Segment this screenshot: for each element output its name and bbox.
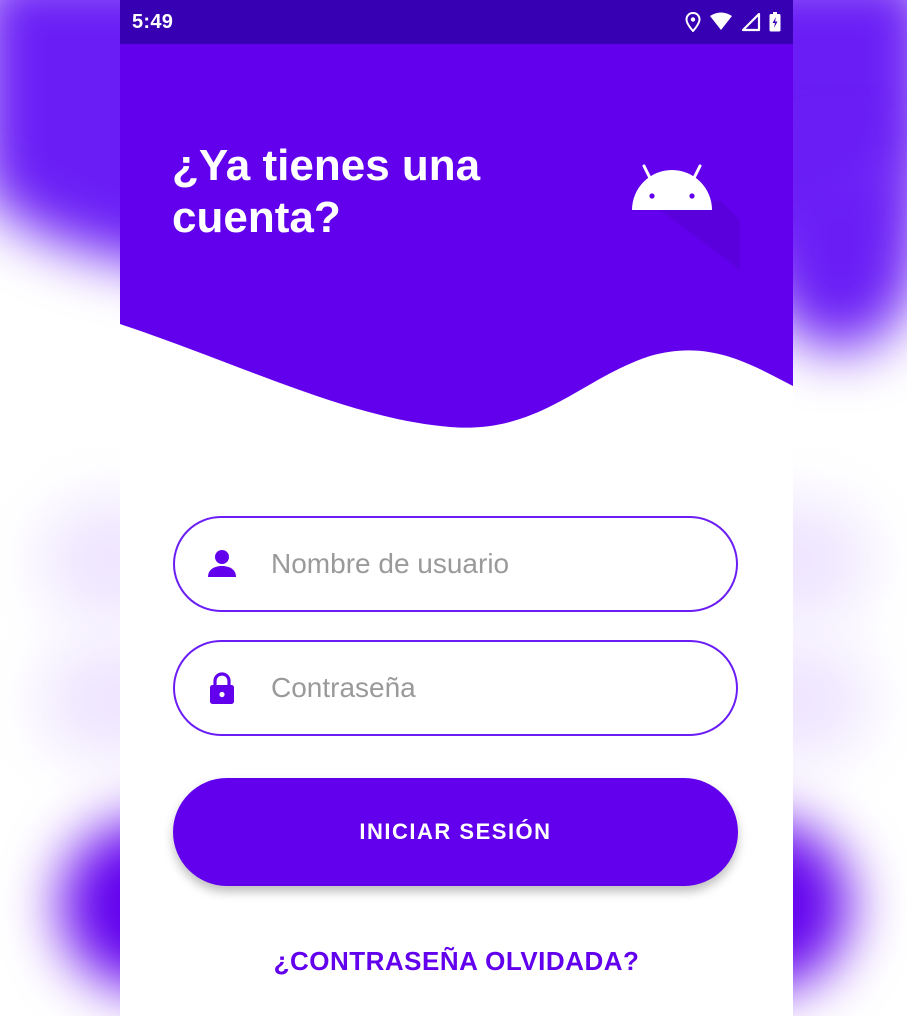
location-icon — [685, 12, 701, 32]
phone-screen: 5:49 ¿Ya tienes una cuenta? Nombre de us… — [120, 0, 793, 1016]
password-input[interactable] — [271, 642, 711, 734]
status-time: 5:49 — [132, 10, 174, 33]
username-field[interactable] — [173, 516, 738, 612]
password-field[interactable] — [173, 640, 738, 736]
signal-icon — [741, 12, 761, 32]
forgot-password-link[interactable]: ¿CONTRASEÑA OLVIDADA? — [120, 946, 793, 977]
status-icons — [685, 12, 781, 32]
battery-icon — [769, 12, 781, 32]
username-input[interactable] — [271, 518, 711, 610]
lock-icon — [210, 672, 234, 704]
wifi-icon — [710, 12, 732, 30]
page-title: ¿Ya tienes una cuenta? — [172, 141, 481, 242]
android-icon — [632, 164, 740, 270]
login-button[interactable]: INICIAR SESIÓN — [173, 778, 738, 886]
status-bar: 5:49 — [120, 0, 793, 44]
person-icon — [208, 550, 236, 577]
